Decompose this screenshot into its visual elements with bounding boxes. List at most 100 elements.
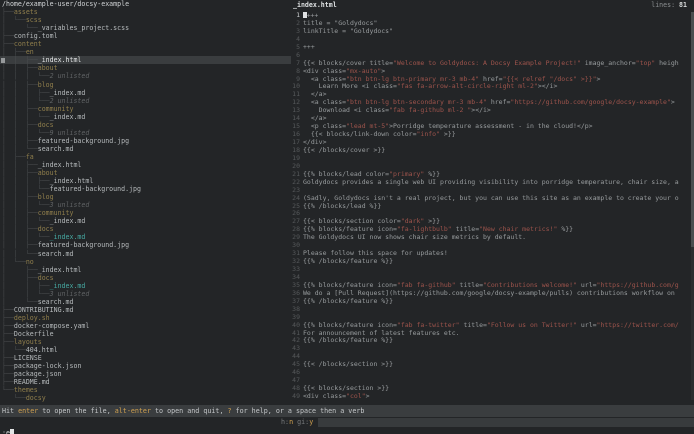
- code-line: 24(Sadly, Goldydocs isn't a real project…: [291, 195, 689, 203]
- code-text: Learn More <i class="fas fa-arrow-alt-ci…: [303, 83, 689, 91]
- tree-item--index-md[interactable]: │ │ │ └──_index.md: [0, 113, 291, 121]
- tree-branch-lines: ├──: [2, 322, 14, 330]
- tree-item-docs[interactable]: │ ├──docs: [0, 274, 291, 282]
- tree-item-label: LICENSE: [14, 354, 42, 362]
- code-plain: {{% /blocks/feature %}}: [303, 298, 393, 305]
- tree-item-readme-md[interactable]: ├──README.md: [0, 378, 291, 386]
- tree-item-search-md[interactable]: │ │ └──search.md: [0, 145, 291, 153]
- tree-item-featured-background-jpg[interactable]: │ │ ├──featured-background.jpg: [0, 137, 291, 145]
- tree-branch-lines: │ │ └──: [2, 145, 38, 153]
- tree-item-featured-background-jpg[interactable]: │ │ │ └──featured-background.jpg: [0, 185, 291, 193]
- tree-item-label: _index.html: [50, 177, 94, 185]
- code-line: 39: [291, 314, 689, 322]
- flag-label: gi:: [293, 418, 309, 426]
- code-line: 18{{< /blocks/cover >}}: [291, 147, 689, 155]
- code-line: 16 {{< blocks/link-down color="info" >}}: [291, 131, 689, 139]
- tree-item-search-md[interactable]: │ │ └──search.md: [0, 250, 291, 258]
- code-plain: Learn More <i class=: [303, 83, 397, 90]
- tree-item-label: fa: [26, 153, 34, 161]
- code-plain: >Porridge temperature assessment - in th…: [389, 123, 593, 130]
- tree-item--index-md[interactable]: │ │ ├──_index.md: [0, 282, 291, 290]
- preview-line-count: lines: 81: [651, 1, 687, 10]
- code-text: {{< blocks/cover title="Welcome to Goldy…: [303, 60, 689, 68]
- tree-item-dockerfile[interactable]: ├──Dockerfile: [0, 330, 291, 338]
- tree-item--index-html[interactable]: │ │ ├──_index.html: [0, 161, 291, 169]
- tree-item-docsy[interactable]: └──docsy: [0, 394, 291, 402]
- tree-item-label: _index.html: [38, 161, 82, 169]
- code-plain: <a class=: [303, 76, 346, 83]
- tree-item-fa[interactable]: │ ├──fa: [0, 153, 291, 161]
- tree-item-label: docs: [38, 121, 54, 129]
- tree-item-deploy-sh[interactable]: ├──deploy.sh: [0, 314, 291, 322]
- tree-item--index-md[interactable]: │ │ │ ├──_index.md: [0, 89, 291, 97]
- command-input[interactable]: :e: [2, 428, 14, 434]
- tree-item-404-html[interactable]: │ └──404.html: [0, 346, 291, 354]
- code-plain: title=: [452, 226, 479, 233]
- tree-unlisted-note: │ │ │ └──2 unlisted: [0, 97, 291, 105]
- code-plain: >}}: [440, 131, 456, 138]
- tree-branch-lines: │ │ ├──: [2, 81, 38, 89]
- code-text: [303, 369, 689, 377]
- code-text: {{< blocks/link-down color="info" >}}: [303, 131, 689, 139]
- code-preview[interactable]: 1+++2title = "Goldydocs"3linkTitle = "Go…: [291, 12, 689, 402]
- code-plain: {{< /blocks/section >}}: [303, 361, 393, 368]
- tree-branch-lines: │ └──: [2, 258, 26, 266]
- tree-item--index-html[interactable]: │ ├──_index.html: [0, 266, 291, 274]
- code-line: 41For announcement of latest features et…: [291, 330, 689, 338]
- code-string: "https://github.com/google/docsy-example…: [510, 99, 670, 106]
- tree-item--index-html[interactable]: │ │ │ ├──_index.html: [0, 177, 291, 185]
- code-plain: %}}: [424, 171, 440, 178]
- tree-branch-lines: ├──: [2, 314, 14, 322]
- code-text: {{% /blocks/feature %}}: [303, 298, 689, 306]
- tree-branch-lines: │ │ │ └──: [2, 97, 50, 105]
- tree-item-package-lock-json[interactable]: ├──package-lock.json: [0, 362, 291, 370]
- file-tree-pane: /home/example-user/docsy-example ├──asse…: [0, 0, 291, 405]
- tree-item-config-toml[interactable]: ├──config.toml: [0, 32, 291, 40]
- code-line: 49<div class="col">: [291, 393, 689, 401]
- tree-item-docker-compose-yaml[interactable]: ├──docker-compose.yaml: [0, 322, 291, 330]
- code-plain: {{% blocks/feature icon=: [303, 226, 397, 233]
- status-bar: Hit enter to open the file, alt-enter to…: [0, 405, 694, 417]
- tree-item-featured-background-jpg[interactable]: │ │ ├──featured-background.jpg: [0, 241, 291, 249]
- code-plain: >: [366, 393, 370, 400]
- code-line: 26: [291, 210, 689, 218]
- tree-item-label: search.md: [38, 298, 74, 306]
- code-line: 21{{% blocks/lead color="primary" %}}: [291, 171, 689, 179]
- tree-item-docs[interactable]: │ │ ├──docs: [0, 121, 291, 129]
- tree-item-blog[interactable]: │ │ ├──blog: [0, 81, 291, 89]
- code-line: 48{{< blocks/section >}}: [291, 385, 689, 393]
- code-plain: {{% /blocks/feature %}}: [303, 258, 393, 265]
- tree-item-search-md[interactable]: │ └──search.md: [0, 298, 291, 306]
- tree-item-label: _index.md: [50, 89, 86, 97]
- preview-input-strip[interactable]: [318, 418, 694, 427]
- code-line: 1+++: [291, 12, 689, 20]
- code-string: "primary": [389, 171, 424, 178]
- tree-item-community[interactable]: │ │ ├──community: [0, 105, 291, 113]
- tree-item-scss[interactable]: │ └──scss: [0, 16, 291, 24]
- tree-item-about[interactable]: │ │ ├──about: [0, 169, 291, 177]
- code-text: [303, 274, 689, 282]
- code-text: </a>: [303, 115, 689, 123]
- root-path[interactable]: /home/example-user/docsy-example: [0, 0, 291, 8]
- code-string: "dark": [401, 218, 424, 225]
- code-plain: Download <i class=: [303, 107, 389, 114]
- tree-item-label: docs: [38, 274, 54, 282]
- tree-item-assets[interactable]: ├──assets: [0, 8, 291, 16]
- tree-item-content[interactable]: ├──content: [0, 40, 291, 48]
- tree-item-layouts[interactable]: ├──layouts: [0, 338, 291, 346]
- tree-branch-lines: ├──: [2, 330, 14, 338]
- code-text: [303, 266, 689, 274]
- tree-item-no[interactable]: │ └──no: [0, 258, 291, 266]
- tree-item-contributing-md[interactable]: ├──CONTRIBUTING.md: [0, 306, 291, 314]
- code-text: [303, 314, 689, 322]
- code-plain: ></i>: [538, 83, 558, 90]
- preview-pane[interactable]: _index.html lines: 81 1+++2title = "Gold…: [291, 0, 694, 403]
- selected-line-marker: [1, 58, 5, 64]
- code-string: "https://github.com/g: [597, 282, 679, 289]
- tree-item-license[interactable]: ├──LICENSE: [0, 354, 291, 362]
- tree-branch-lines: │ │ ├──: [2, 137, 38, 145]
- code-plain: href=: [487, 99, 510, 106]
- tree-item-blog[interactable]: │ │ ├──blog: [0, 193, 291, 201]
- tree-item-label: package-lock.json: [14, 362, 82, 370]
- tree-item-label: search.md: [38, 250, 74, 258]
